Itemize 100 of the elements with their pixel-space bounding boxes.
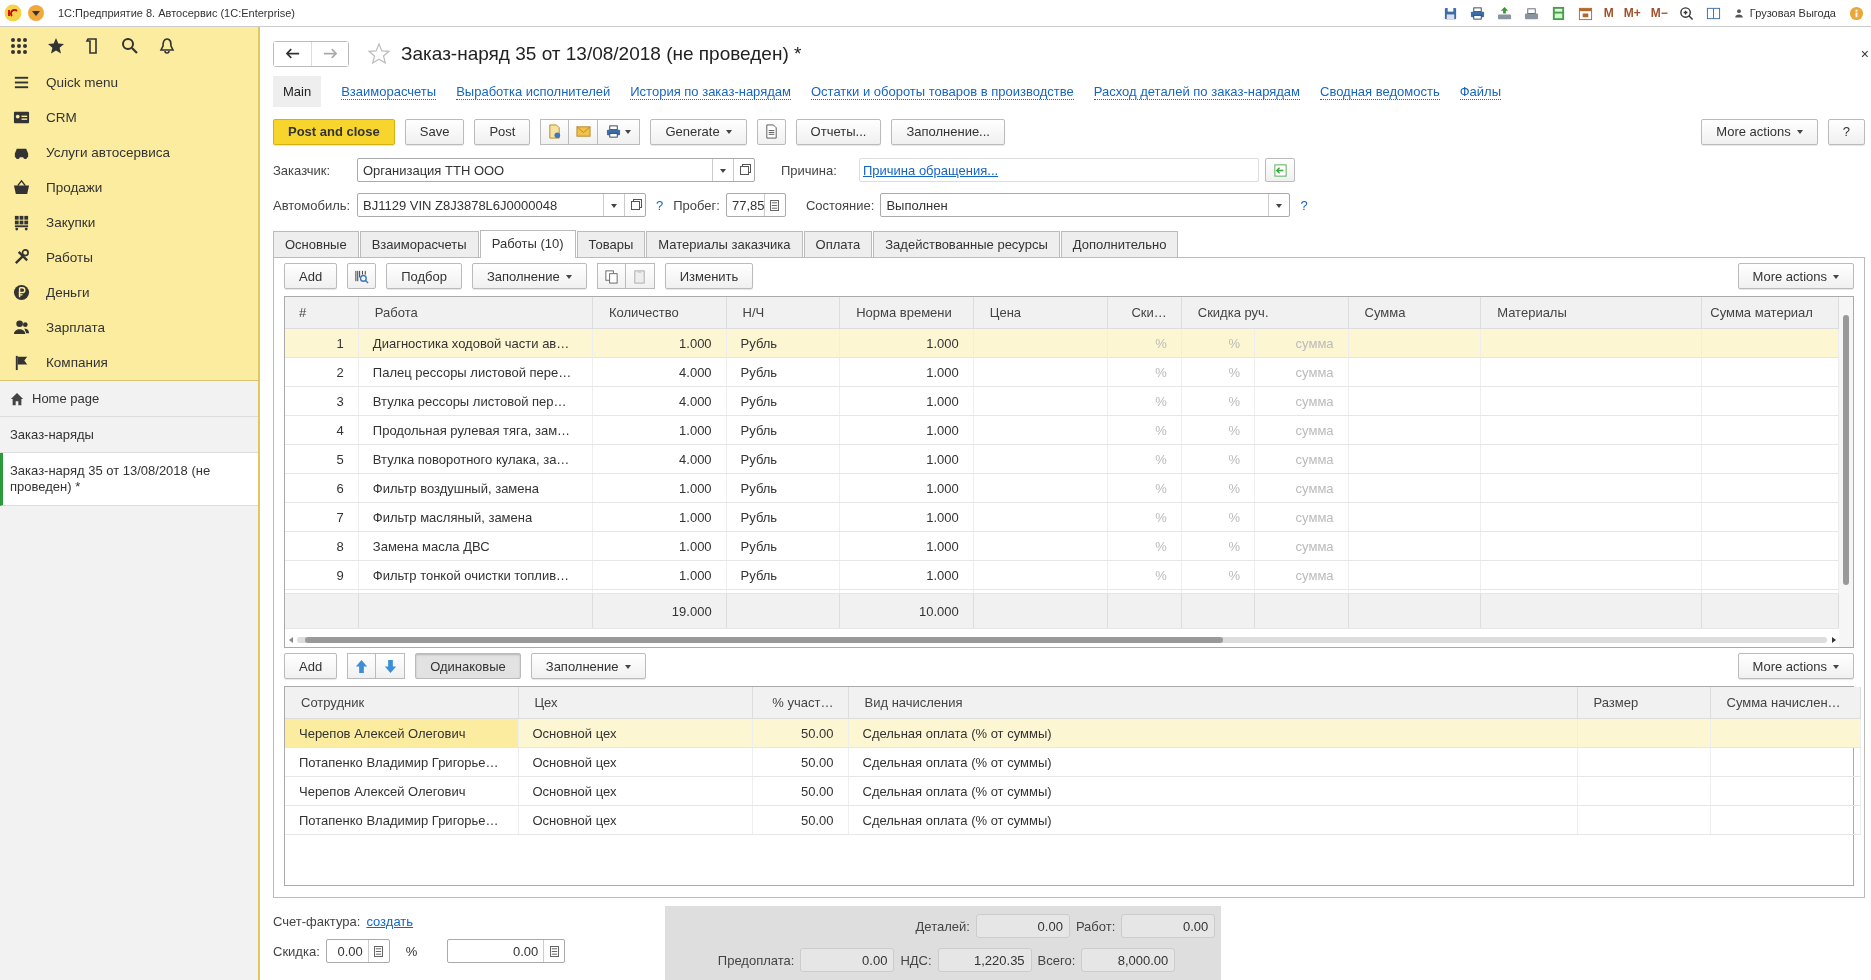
vertical-scrollbar[interactable]	[1839, 297, 1853, 648]
reason-link[interactable]: Причина обращения...	[863, 162, 999, 178]
print-button[interactable]	[598, 118, 641, 145]
tab[interactable]: Материалы заказчика	[646, 231, 803, 258]
bell-icon[interactable]	[158, 37, 176, 55]
fill-button[interactable]: Заполнение	[471, 263, 587, 290]
table-row[interactable]: 1 Диагностика ходовой части ав… 1.000 Рубль 1.000 % % сумма	[285, 329, 1839, 358]
reason-field[interactable]: Причина обращения...	[859, 158, 1259, 183]
column-header[interactable]: Размер	[1577, 687, 1710, 719]
sidebar-item[interactable]: Закупки	[0, 205, 258, 240]
add-button[interactable]: Add	[284, 263, 338, 290]
table-row[interactable]: Черепов Алексей Олегович Основной цех 50.00 Сдельная оплата (% от суммы)	[285, 777, 1860, 806]
copy-button[interactable]	[596, 263, 626, 290]
car-field[interactable]: BJ1129 VIN Z8J3878L6J0000048	[357, 193, 646, 218]
discount-percent-field[interactable]: 0.00	[325, 939, 390, 963]
tab[interactable]: Основные	[273, 231, 359, 258]
memory-button[interactable]: M+	[1623, 6, 1641, 20]
close-button[interactable]: ×	[1860, 45, 1869, 62]
barcode-search-button[interactable]	[347, 263, 377, 290]
apps-grid-icon[interactable]	[10, 37, 28, 55]
section-link[interactable]: Выработка исполнителей	[456, 83, 611, 100]
tab[interactable]: Товары	[576, 231, 646, 258]
same-button[interactable]: Одинаковые	[415, 653, 521, 680]
tab[interactable]: Дополнительно	[1060, 231, 1179, 258]
column-header[interactable]: Вид начисления	[848, 687, 1577, 719]
toolbar-button[interactable]: Save	[404, 118, 465, 145]
column-header[interactable]: Скидка руч.	[1181, 297, 1349, 329]
toolbar-button[interactable]: Отчеты...	[795, 118, 882, 145]
table-row[interactable]: Черепов Алексей Олегович Основной цех 50.00 Сдельная оплата (% от суммы)	[285, 719, 1860, 748]
search-icon[interactable]	[121, 37, 139, 55]
column-header[interactable]: Цена	[973, 297, 1108, 329]
table-row[interactable]: 3 Втулка рессоры листовой пер… 4.000 Рубль 1.000 % % сумма	[285, 387, 1839, 416]
table-row[interactable]: 5 Втулка поворотного кулака, за… 4.000 Рубль 1.000 % % сумма	[285, 445, 1839, 474]
section-link[interactable]: Расход деталей по заказ-нарядам	[1093, 83, 1300, 100]
open-window-item[interactable]: Home page	[0, 381, 258, 417]
toolbar-button[interactable]: More actions	[1701, 118, 1818, 145]
section-link[interactable]: Main	[273, 76, 322, 108]
column-header[interactable]: Работа	[358, 297, 593, 329]
create-invoice-link[interactable]: создать	[366, 914, 414, 929]
sidebar-item[interactable]: Quick menu	[0, 65, 258, 100]
table-row[interactable]: 8 Замена масла ДВС 1.000 Рубль 1.000 % % сумма	[285, 532, 1839, 561]
change-button[interactable]: Изменить	[664, 263, 754, 290]
customer-field[interactable]: Организация ТТН ООО	[357, 158, 755, 183]
fill-button[interactable]: Заполнение	[530, 653, 646, 680]
mileage-field[interactable]: 77,85	[725, 193, 786, 218]
upload-icon[interactable]	[1496, 5, 1512, 21]
column-header[interactable]: Материалы	[1480, 297, 1702, 329]
report-button[interactable]	[756, 118, 786, 145]
sidebar-item[interactable]: Услуги автосервиса	[0, 135, 258, 170]
sidebar-item[interactable]: Продажи	[0, 170, 258, 205]
tab[interactable]: Оплата	[803, 231, 873, 258]
table-row[interactable]: Потапенко Владимир Григорье… Основной цех 50.00 Сдельная оплата (% от суммы)	[285, 806, 1860, 835]
memory-button[interactable]: M−	[1650, 6, 1668, 20]
section-link[interactable]: Остатки и обороты товаров в производстве	[811, 83, 1074, 100]
star-icon[interactable]	[367, 41, 391, 66]
discount-amount-field[interactable]: 0.00	[447, 939, 566, 963]
section-link[interactable]: Файлы	[1459, 83, 1501, 100]
pick-button[interactable]: Подбор	[386, 263, 462, 290]
column-header[interactable]: Количество	[592, 297, 727, 329]
post-and-close-button[interactable]: Post and close	[273, 118, 395, 145]
main-menu-button[interactable]	[28, 5, 44, 21]
column-header[interactable]: Н/Ч	[726, 297, 840, 329]
column-header[interactable]: Цех	[518, 687, 752, 719]
column-header[interactable]: Сумма материал	[1701, 297, 1839, 329]
column-header[interactable]: #	[285, 297, 359, 329]
table-row[interactable]: 2 Палец рессоры листовой пере… 4.000 Рубль 1.000 % % сумма	[285, 358, 1839, 387]
sidebar-item[interactable]: Зарплата	[0, 310, 258, 345]
table-row[interactable]: 4 Продольная рулевая тяга, зам… 1.000 Рубль 1.000 % % сумма	[285, 416, 1839, 445]
move-up-button[interactable]	[347, 653, 377, 680]
section-link[interactable]: История по заказ-нарядам	[630, 83, 791, 100]
help-link[interactable]: ?	[656, 197, 664, 213]
panel-icon[interactable]	[1705, 5, 1721, 21]
table-row[interactable]: 6 Фильтр воздушный, замена 1.000 Рубль 1.000 % % сумма	[285, 474, 1839, 503]
tab[interactable]: Работы (10)	[479, 230, 576, 259]
section-link[interactable]: Взаиморасчеты	[341, 83, 437, 100]
app-logo-icon[interactable]	[4, 4, 22, 22]
column-header[interactable]: Ски…	[1107, 297, 1182, 329]
tab[interactable]: Задействованные ресурсы	[873, 231, 1060, 258]
table-row[interactable]: 9 Фильтр тонкой очистки топлив… 1.000 Рубль 1.000 % % сумма	[285, 561, 1839, 590]
sidebar-item[interactable]: Работы	[0, 240, 258, 275]
sidebar-item[interactable]: Деньги	[0, 275, 258, 310]
table-row[interactable]: Потапенко Владимир Григорье… Основной цех 50.00 Сдельная оплата (% от суммы)	[285, 748, 1860, 777]
open-window-item[interactable]: Заказ-наряд 35 от 13/08/2018 (не проведен) *	[0, 453, 258, 506]
table-row[interactable]: 7 Фильтр масляный, замена 1.000 Рубль 1.000 % % сумма	[285, 503, 1839, 532]
calculator-icon[interactable]	[1550, 5, 1566, 21]
new-document-button[interactable]	[540, 118, 570, 145]
scanner-icon[interactable]	[1523, 5, 1539, 21]
toolbar-button[interactable]: Заполнение...	[891, 118, 1005, 145]
tab[interactable]: Взаиморасчеты	[359, 231, 479, 258]
column-header[interactable]: Сотрудник	[285, 687, 518, 719]
add-button[interactable]: Add	[284, 653, 338, 680]
column-header[interactable]: Сумма	[1348, 297, 1481, 329]
more-actions-button[interactable]: More actions	[1737, 653, 1854, 680]
save-icon[interactable]	[1442, 5, 1458, 21]
sidebar-item[interactable]: Компания	[0, 345, 258, 380]
column-header[interactable]: Норма времени	[839, 297, 974, 329]
help-link[interactable]: ?	[1300, 197, 1308, 213]
section-link[interactable]: Сводная ведомость	[1320, 83, 1440, 100]
toolbar-button[interactable]: ?	[1827, 118, 1865, 145]
email-button[interactable]	[569, 118, 599, 145]
